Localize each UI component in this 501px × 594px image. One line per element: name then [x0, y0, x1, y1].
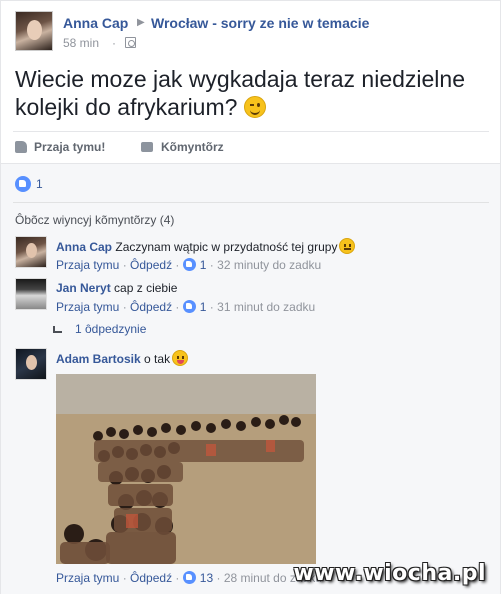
comment-like-link[interactable]: Przaja tymu [56, 571, 119, 585]
thumbs-up-icon [15, 141, 27, 153]
like-reaction-icon [182, 571, 196, 584]
comment-reply-link[interactable]: Ôdpedź [130, 300, 172, 314]
post-body: Wiecie moze jak wygkadaja teraz niedziel… [15, 65, 490, 121]
post-card: Anna Cap ▶ Wrocław - sorry ze nie w tema… [0, 0, 501, 594]
comment-text: o tak [144, 352, 171, 366]
comment-content: Adam Bartosik o tak [56, 350, 476, 367]
comment-reply-link[interactable]: Ôdpedź [130, 258, 172, 272]
comment-like-link[interactable]: Przaja tymu [56, 258, 119, 272]
commenter-name[interactable]: Anna Cap [56, 240, 112, 254]
comment-meta: Przaja tymu · Ôdpedź · 1 · 31 minut do z… [56, 300, 315, 314]
meta-separator: · [175, 300, 180, 314]
view-more-comments-link[interactable]: Ôbõcz wiyncyj kõmyntõrzy (4) [15, 213, 174, 227]
like-button[interactable]: Przaja tymu! [15, 140, 105, 154]
post-action-bar: Przaja tymu! Kõmyntõrz [13, 131, 489, 163]
comment-content: Anna Cap Zaczynam wątpic w przydatność t… [56, 238, 476, 255]
replies-label: 1 ôdpedzynie [75, 322, 147, 336]
meta-separator: · [209, 258, 214, 272]
comment-like-count[interactable]: 1 [200, 300, 207, 314]
meta-separator: · [175, 571, 180, 585]
commenter-avatar[interactable] [15, 236, 47, 268]
comment-meta: Przaja tymu · Ôdpedź · 13 · 28 minut do … [56, 571, 322, 585]
comment-button[interactable]: Kõmyntõrz [141, 140, 224, 154]
comment-reply-link[interactable]: Ôdpedź [130, 571, 172, 585]
view-replies-link[interactable]: 1 ôdpedzynie [53, 322, 146, 336]
commenter-avatar[interactable] [15, 348, 47, 380]
reactions-summary[interactable]: 1 [15, 176, 43, 192]
divider [13, 202, 489, 203]
reply-arrow-icon [53, 326, 62, 333]
comment-like-count[interactable]: 13 [200, 571, 213, 585]
comment-content: Jan Neryt cap z ciebie [56, 280, 476, 296]
tongue-emoji-icon [172, 350, 189, 366]
author-avatar[interactable] [15, 11, 53, 51]
like-reaction-icon [182, 258, 196, 271]
smile-emoji-icon [339, 238, 356, 254]
meta-separator: · [122, 258, 127, 272]
post-text: Wiecie moze jak wygkadaja teraz niedziel… [15, 66, 465, 120]
wink-emoji-icon [243, 96, 266, 118]
comment-bubble-icon [141, 142, 153, 152]
meta-separator: · [216, 571, 221, 585]
comment-like-count[interactable]: 1 [200, 258, 207, 272]
comment-text: cap z ciebie [114, 281, 178, 295]
comment-like-link[interactable]: Przaja tymu [56, 300, 119, 314]
comment-meta: Przaja tymu · Ôdpedź · 1 · 32 minuty do … [56, 258, 321, 272]
comment-time[interactable]: 31 minut do zadku [217, 300, 315, 314]
comment-text: Zaczynam wątpic w przydatność tej grupy [115, 240, 338, 254]
commenter-name[interactable]: Jan Neryt [56, 281, 111, 295]
commenter-name[interactable]: Adam Bartosik [56, 352, 141, 366]
site-watermark: www.wiocha.pl [293, 561, 486, 586]
comment-time[interactable]: 32 minuty do zadku [217, 258, 321, 272]
meta-separator: · [209, 300, 214, 314]
like-reaction-icon [182, 300, 196, 313]
caret-right-icon: ▶ [137, 17, 145, 28]
reactions-count: 1 [36, 177, 43, 191]
group-name[interactable]: Wrocław - sorry ze nie w temacie [151, 15, 369, 31]
meta-separator: · [175, 258, 180, 272]
group-audience-icon [125, 37, 136, 48]
post-time[interactable]: 58 min [63, 36, 99, 50]
author-name[interactable]: Anna Cap [63, 15, 128, 31]
like-reaction-icon [15, 176, 31, 192]
commenter-avatar[interactable] [15, 278, 47, 310]
meta-separator: · [122, 571, 127, 585]
comments-section: 1 Ôbõcz wiyncyj kõmyntõrzy (4) Anna Cap … [1, 163, 500, 594]
meta-separator: · [112, 36, 116, 50]
comment-label: Kõmyntõrz [161, 140, 224, 154]
like-label: Przaja tymu! [34, 140, 106, 154]
post-header: Anna Cap ▶ Wrocław - sorry ze nie w tema… [15, 11, 485, 53]
meta-separator: · [122, 300, 127, 314]
comment-photo[interactable] [56, 374, 316, 564]
